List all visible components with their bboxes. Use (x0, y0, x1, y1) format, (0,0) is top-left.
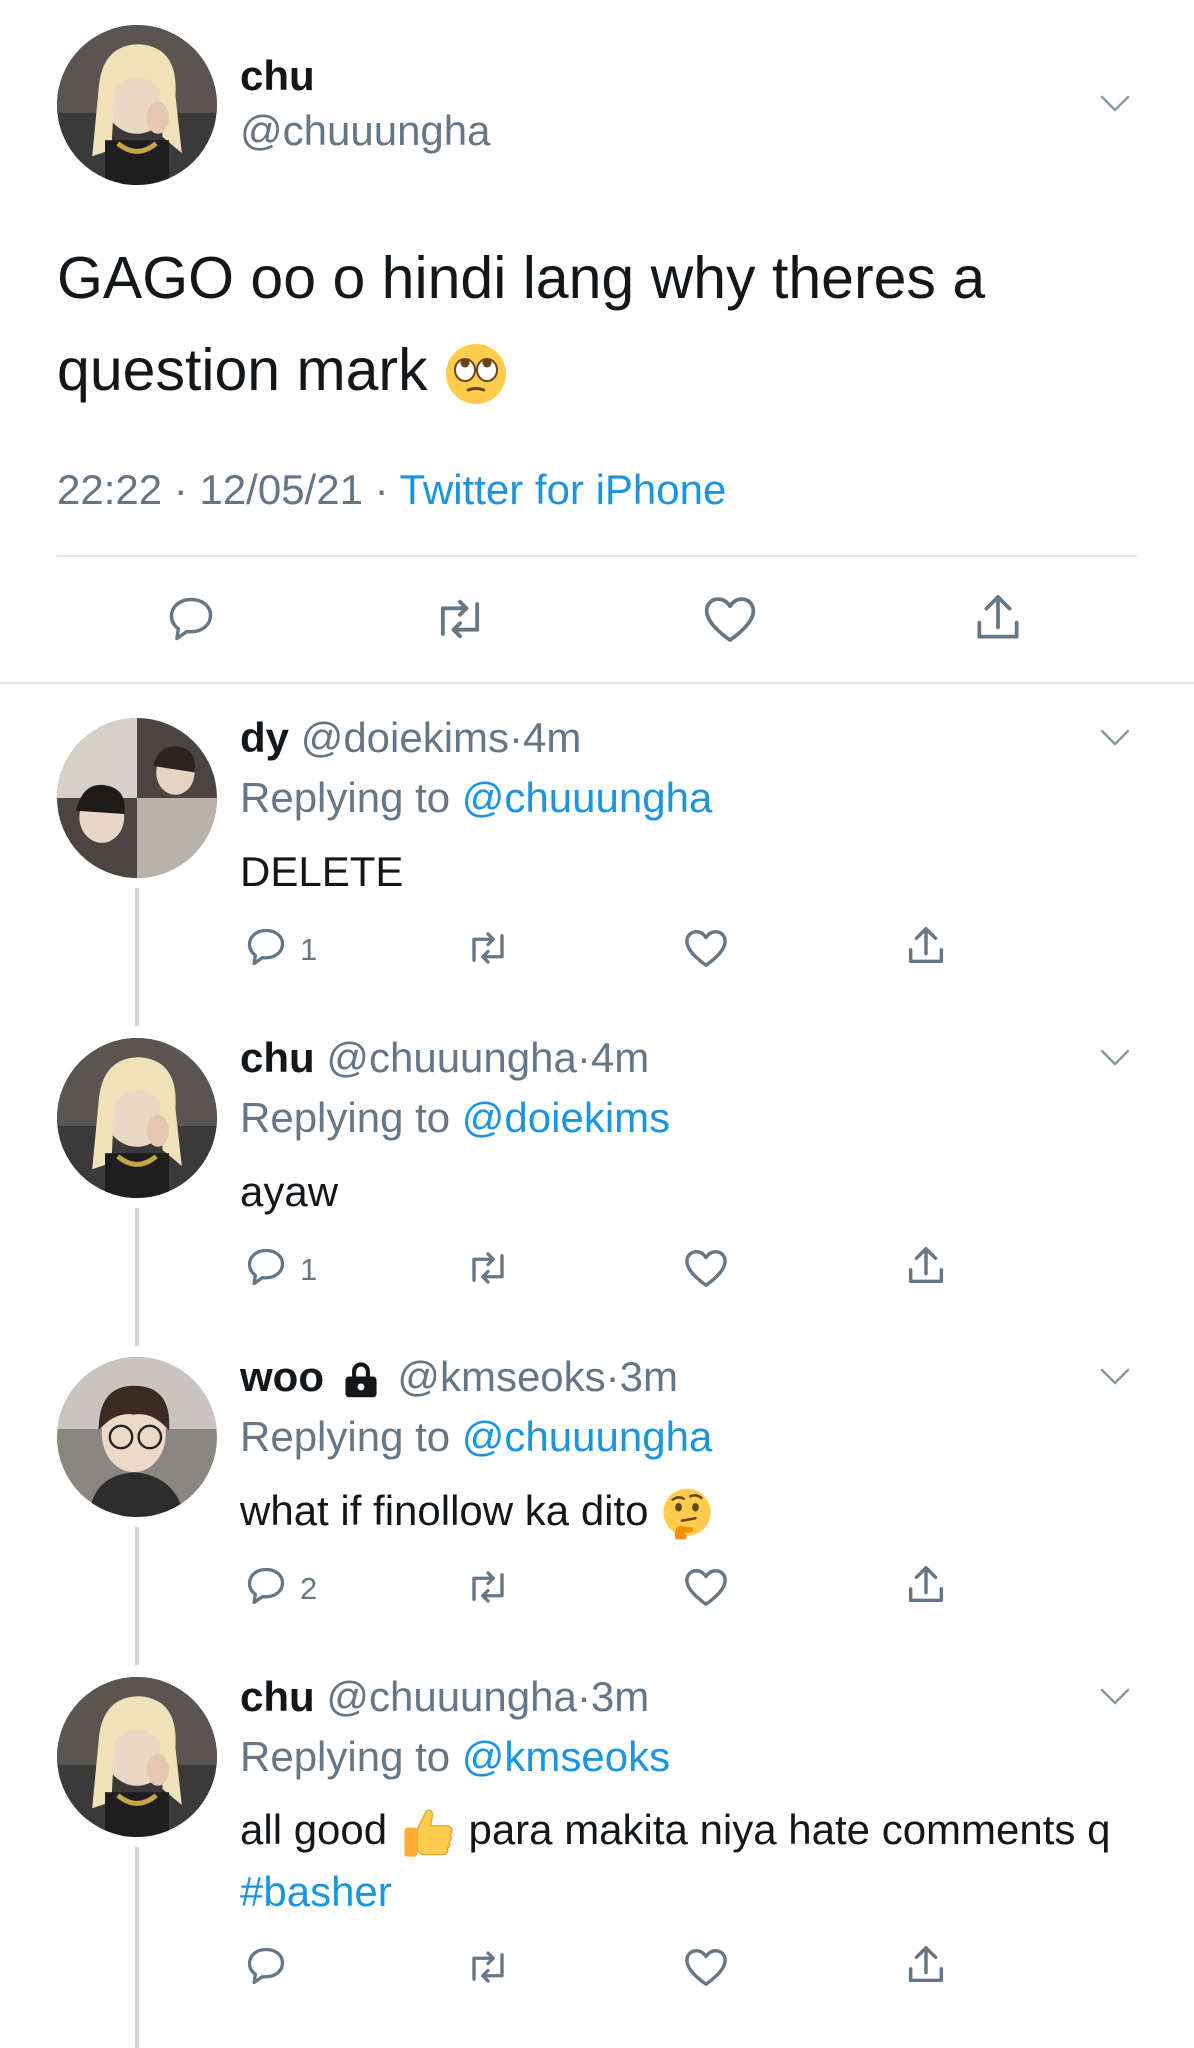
replying-to: Replying to @kmseoks (240, 1733, 670, 1781)
meta-separator: · (173, 466, 188, 513)
reply-avatar-dy[interactable] (57, 718, 217, 878)
reply-like-icon[interactable] (683, 1946, 729, 1988)
meta-separator: · (576, 1034, 591, 1081)
reply-chevron-down-icon[interactable] (1100, 1687, 1130, 1707)
meta-separator: · (509, 714, 524, 761)
replying-to-label: Replying to (240, 1413, 451, 1460)
main-chevron-down-icon[interactable] (1100, 94, 1130, 114)
reply-header: chu @chuuungha·4m (240, 1034, 649, 1082)
thread-line (135, 888, 139, 1026)
reply-avatar-chu[interactable] (57, 1038, 217, 1198)
tweet-meta: 22:22 · 12/05/21 · Twitter for iPhone (57, 466, 726, 514)
thread-line (135, 1527, 139, 1665)
reply-header: dy @doiekims·4m (240, 714, 581, 762)
main-display-name[interactable]: chu (240, 52, 315, 100)
reply-reply-icon[interactable] (244, 925, 288, 969)
thumbs-up-emoji-icon (399, 1804, 457, 1862)
reply-share-icon[interactable] (903, 1242, 949, 1290)
reply-like-icon[interactable] (683, 927, 729, 969)
reply-time: 4m (590, 1034, 650, 1081)
main-reply-icon[interactable] (165, 593, 217, 645)
reply-avatar-woo[interactable] (57, 1357, 217, 1517)
reply-retweet-icon[interactable] (462, 1946, 514, 1988)
meta-separator: · (374, 466, 389, 513)
main-tweet-text: GAGO oo o hindi lang why theres a questi… (57, 232, 1137, 416)
meta-separator: · (576, 1673, 591, 1720)
reply-count: 2 (300, 1571, 318, 1606)
reply-text: DELETE (240, 848, 404, 895)
reply-share-icon[interactable] (903, 1941, 949, 1989)
replying-to-label: Replying to (240, 774, 451, 821)
main-share-icon[interactable] (970, 589, 1026, 647)
reply-count: 1 (300, 932, 318, 967)
reply-body-part1: all good (240, 1806, 388, 1853)
reply-text: ayaw (240, 1168, 339, 1215)
replying-to-handle[interactable]: @chuuungha (462, 1413, 713, 1460)
reply-header: woo @kmseoks·3m (240, 1353, 678, 1401)
reply-handle[interactable]: @kmseoks (397, 1353, 605, 1400)
thread-line (135, 1847, 139, 2048)
reply-like-icon[interactable] (683, 1566, 729, 1608)
main-handle[interactable]: @chuuungha (240, 107, 491, 155)
reply-time: 4m (523, 714, 582, 761)
reply-like-icon[interactable] (683, 1247, 729, 1289)
reply-header: chu @chuuungha·3m (240, 1673, 649, 1721)
reply-reply-icon[interactable] (244, 1944, 288, 1988)
reply-display-name[interactable]: dy (240, 714, 289, 761)
reply-display-name[interactable]: chu (240, 1673, 315, 1720)
reply-share-icon[interactable] (903, 922, 949, 970)
reply-reply-icon[interactable] (244, 1564, 288, 1608)
replying-to-label: Replying to (240, 1733, 451, 1780)
reply-text: all good para makita niya hate comments … (240, 1800, 1120, 1922)
reply-retweet-icon[interactable] (462, 1566, 514, 1608)
replying-to-handle[interactable]: @doiekims (462, 1094, 670, 1141)
thinking-face-emoji-icon (660, 1487, 714, 1541)
reply-retweet-icon[interactable] (462, 927, 514, 969)
section-divider (0, 682, 1194, 684)
main-avatar[interactable] (57, 25, 217, 185)
reply-handle[interactable]: @doiekims (301, 714, 509, 761)
tweet-date: 12/05/21 (199, 466, 363, 513)
reply-display-name[interactable]: chu (240, 1034, 315, 1081)
hashtag-link[interactable]: #basher (240, 1868, 392, 1915)
rolling-eyes-emoji-icon (444, 342, 508, 406)
reply-time: 3m (619, 1353, 679, 1400)
reply-avatar-chu[interactable] (57, 1677, 217, 1837)
main-retweet-icon[interactable] (430, 593, 490, 645)
reply-chevron-down-icon[interactable] (1100, 728, 1130, 748)
replying-to: Replying to @chuuungha (240, 1413, 712, 1461)
replying-to: Replying to @chuuungha (240, 774, 712, 822)
tweet-time: 22:22 (57, 466, 163, 513)
reply-handle[interactable]: @chuuungha (326, 1034, 577, 1081)
reply-body-part2: para makita niya hate comments q (468, 1806, 1111, 1853)
replying-to-handle[interactable]: @chuuungha (462, 774, 713, 821)
replying-to: Replying to @doiekims (240, 1094, 670, 1142)
reply-chevron-down-icon[interactable] (1100, 1367, 1130, 1387)
reply-body: what if finollow ka dito (240, 1487, 649, 1534)
lock-icon (340, 1361, 382, 1399)
reply-share-icon[interactable] (903, 1561, 949, 1609)
replying-to-handle[interactable]: @kmseoks (462, 1733, 670, 1780)
reply-text: what if finollow ka dito (240, 1481, 1120, 1541)
tweet-source-link[interactable]: Twitter for iPhone (400, 466, 727, 513)
thread-line (135, 1208, 139, 1346)
main-like-icon[interactable] (702, 593, 758, 645)
reply-handle[interactable]: @chuuungha (326, 1673, 577, 1720)
replying-to-label: Replying to (240, 1094, 451, 1141)
reply-time: 3m (590, 1673, 650, 1720)
main-tweet-body: GAGO oo o hindi lang why theres a questi… (57, 245, 986, 403)
reply-display-name[interactable]: woo (240, 1353, 324, 1400)
meta-separator: · (605, 1353, 620, 1400)
reply-count: 1 (300, 1252, 318, 1287)
reply-reply-icon[interactable] (244, 1245, 288, 1289)
reply-retweet-icon[interactable] (462, 1247, 514, 1289)
tweet-divider (57, 555, 1137, 557)
reply-chevron-down-icon[interactable] (1100, 1048, 1130, 1068)
